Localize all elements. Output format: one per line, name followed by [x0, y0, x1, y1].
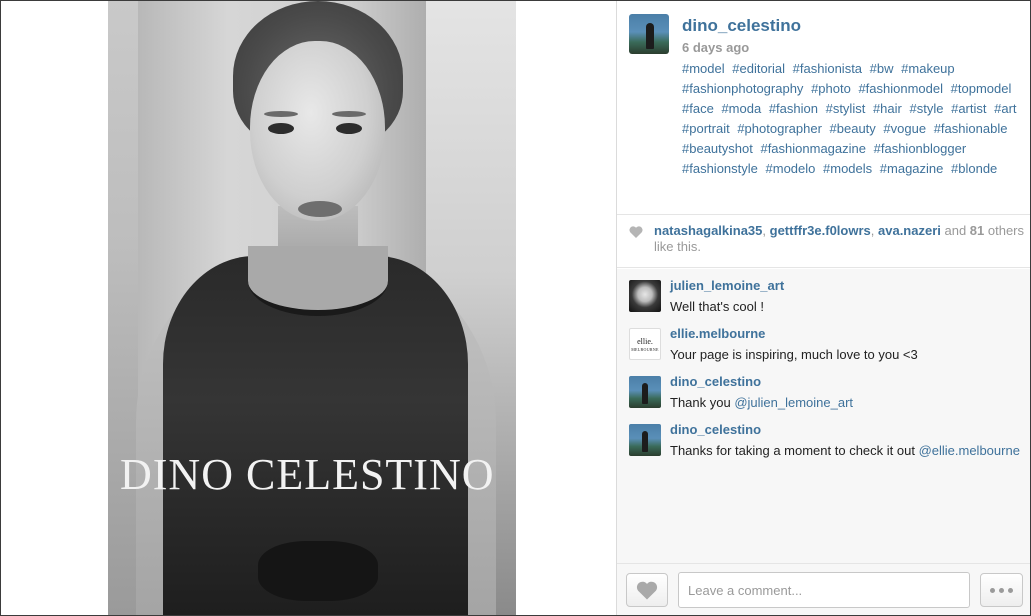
likes-count[interactable]: 81 — [970, 223, 984, 238]
hashtag-link[interactable]: #beautyshot — [682, 141, 753, 156]
avatar-logo-text: ellie. — [637, 337, 653, 346]
comment-footer — [617, 563, 1030, 615]
hashtag-link[interactable]: #fashion — [769, 101, 818, 116]
post-caption: #model #editorial #fashionista #bw #make… — [682, 59, 1022, 179]
photo-model-eye-right — [336, 123, 362, 134]
hashtag-link[interactable]: #portrait — [682, 121, 730, 136]
likes-summary: natashagalkina35, gettffr3e.f0lowrs, ava… — [654, 223, 1024, 255]
photo-model-brow-left — [264, 111, 298, 117]
like-user-link[interactable]: gettffr3e.f0lowrs — [770, 223, 871, 238]
instagram-post-viewer: DINO CELESTINO dino_celestino 6 days ago… — [0, 0, 1031, 616]
hashtag-link[interactable]: #blonde — [951, 161, 997, 176]
like-and: and — [940, 223, 970, 238]
comment-text: Well that's cool ! — [670, 299, 765, 314]
commenter-username[interactable]: julien_lemoine_art — [670, 278, 784, 293]
post-photo[interactable]: DINO CELESTINO — [108, 1, 516, 615]
hashtag-link[interactable]: #art — [994, 101, 1016, 116]
more-options-icon — [1008, 587, 1013, 593]
comment-body: Thank you — [670, 395, 735, 410]
hashtag-link[interactable]: #beauty — [830, 121, 876, 136]
hashtag-link[interactable]: #fashionblogger — [874, 141, 967, 156]
photo-model-lips — [298, 201, 342, 217]
hashtag-link[interactable]: #makeup — [901, 61, 954, 76]
hashtag-link[interactable]: #editorial — [732, 61, 785, 76]
like-user-link[interactable]: ava.nazeri — [878, 223, 941, 238]
hashtag-link[interactable]: #fashionphotography — [682, 81, 803, 96]
comment-input[interactable] — [678, 572, 970, 608]
mention-link[interactable]: @julien_lemoine_art — [734, 395, 853, 410]
photo-model-brow-right — [332, 111, 366, 117]
comment-text: Thank you @julien_lemoine_art — [670, 393, 1020, 413]
hashtag-link[interactable]: #fashionista — [793, 61, 862, 76]
owner-avatar[interactable] — [629, 14, 669, 54]
post-side-panel: dino_celestino 6 days ago #model #editor… — [616, 1, 1030, 615]
like-button[interactable] — [626, 573, 668, 607]
hashtag-link[interactable]: #model — [682, 61, 725, 76]
comments-list[interactable]: julien_lemoine_art Well that's cool ! el… — [617, 269, 1030, 563]
owner-username[interactable]: dino_celestino — [682, 16, 801, 36]
commenter-username[interactable]: ellie.melbourne — [670, 326, 765, 341]
hashtag-link[interactable]: #modelo — [766, 161, 816, 176]
hashtag-link[interactable]: #hair — [873, 101, 902, 116]
commenter-username[interactable]: dino_celestino — [670, 374, 761, 389]
hashtag-link[interactable]: #fashionable — [934, 121, 1008, 136]
post-timestamp[interactable]: 6 days ago — [682, 40, 749, 55]
comment-text: Thanks for taking a moment to check it o… — [670, 441, 1020, 461]
more-options-icon — [999, 587, 1004, 593]
hashtag-link[interactable]: #photographer — [737, 121, 822, 136]
like-separator: , — [870, 223, 878, 238]
avatar-logo-subtext: MELBOURNE — [631, 347, 659, 352]
like-user-link[interactable]: natashagalkina35 — [654, 223, 762, 238]
photo-area: DINO CELESTINO — [1, 1, 615, 615]
more-options-icon — [990, 587, 995, 593]
heart-icon — [629, 226, 643, 238]
comment-text: Your page is inspiring, much love to you… — [670, 347, 918, 362]
hashtag-link[interactable]: #fashionmagazine — [760, 141, 866, 156]
photo-model-neckline — [248, 246, 388, 316]
hashtag-link[interactable]: #fashionstyle — [682, 161, 758, 176]
commenter-avatar[interactable] — [629, 424, 661, 456]
hashtag-link[interactable]: #bw — [870, 61, 894, 76]
hashtag-link[interactable]: #style — [910, 101, 944, 116]
photo-model-knot — [258, 541, 378, 601]
photo-watermark: DINO CELESTINO — [120, 450, 495, 499]
hashtag-link[interactable]: #magazine — [880, 161, 944, 176]
more-options-button[interactable] — [980, 573, 1023, 607]
hashtag-link[interactable]: #fashionmodel — [858, 81, 943, 96]
commenter-avatar[interactable] — [629, 280, 661, 312]
commenter-avatar[interactable] — [629, 376, 661, 408]
photo-model-eye-left — [268, 123, 294, 134]
heart-icon — [636, 581, 658, 599]
likes-section: natashagalkina35, gettffr3e.f0lowrs, ava… — [617, 214, 1030, 268]
mention-link[interactable]: @ellie.melbourne — [919, 443, 1020, 458]
hashtag-link[interactable]: #photo — [811, 81, 851, 96]
commenter-avatar[interactable]: ellie. MELBOURNE — [629, 328, 661, 360]
hashtag-link[interactable]: #stylist — [826, 101, 866, 116]
comment-body: Thanks for taking a moment to check it o… — [670, 443, 919, 458]
hashtag-link[interactable]: #moda — [721, 101, 761, 116]
hashtag-link[interactable]: #topmodel — [951, 81, 1012, 96]
like-separator: , — [762, 223, 770, 238]
post-header: dino_celestino 6 days ago #model #editor… — [617, 1, 1030, 214]
commenter-username[interactable]: dino_celestino — [670, 422, 761, 437]
hashtag-link[interactable]: #artist — [951, 101, 986, 116]
hashtag-link[interactable]: #models — [823, 161, 872, 176]
hashtag-link[interactable]: #vogue — [883, 121, 926, 136]
hashtag-link[interactable]: #face — [682, 101, 714, 116]
